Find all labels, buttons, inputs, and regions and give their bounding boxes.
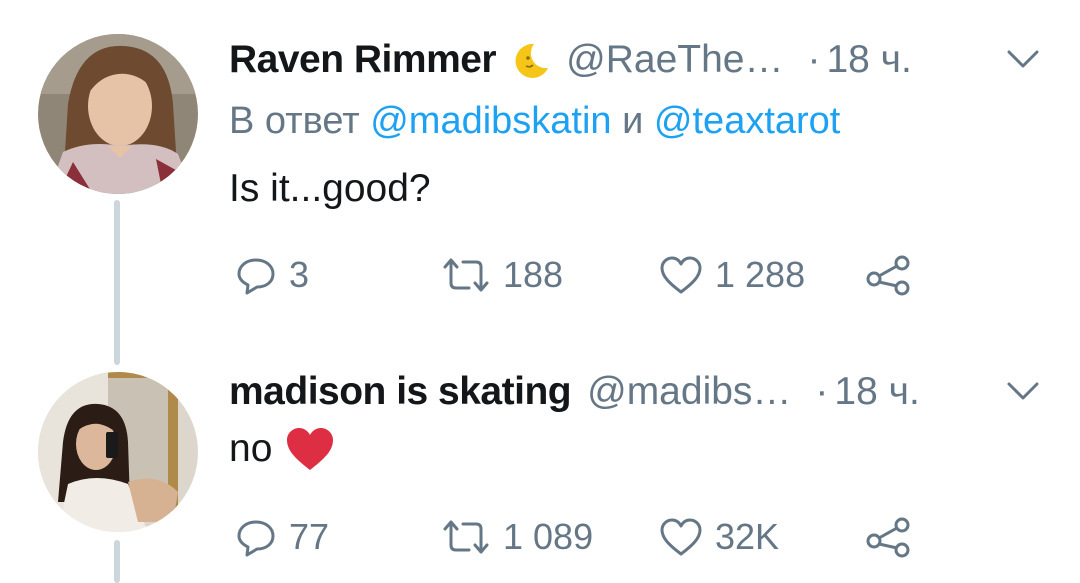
like-icon <box>660 518 702 556</box>
retweet-icon <box>443 520 489 554</box>
timestamp[interactable]: 18 ч. <box>834 370 919 414</box>
like-count: 1 288 <box>715 254 806 295</box>
time-separator: · <box>815 370 829 413</box>
thread-line-top <box>114 200 120 365</box>
tweet-header: madison is skating @madibs… · 18 ч. <box>229 366 1080 418</box>
reply-mention-link[interactable]: @teaxtarot <box>654 100 840 142</box>
timestamp[interactable]: 18 ч. <box>826 38 911 82</box>
reply-count: 77 <box>289 516 330 557</box>
reply-mention-link[interactable]: @madibskatin <box>370 100 611 142</box>
chevron-down-icon[interactable] <box>1006 48 1040 70</box>
retweet-count: 188 <box>503 254 564 295</box>
like-icon <box>660 256 702 294</box>
tweet-text: no <box>229 426 336 472</box>
reply-button[interactable]: 77 <box>235 516 329 558</box>
tweet-actions: 77 1 089 32K <box>229 512 1029 562</box>
share-icon <box>866 517 910 558</box>
like-button[interactable]: 1 288 <box>659 254 805 296</box>
reply-count: 3 <box>289 254 310 295</box>
reply-context: В ответ @madibskatin и @teaxtarot <box>229 100 840 143</box>
tweet-actions: 3 188 1 288 <box>229 250 1029 300</box>
reply-icon <box>237 258 275 295</box>
share-button[interactable] <box>865 516 913 558</box>
crescent-moon-face-icon <box>512 40 552 80</box>
display-name[interactable]: Raven Rimmer <box>229 38 497 82</box>
retweet-button[interactable]: 1 089 <box>441 516 593 558</box>
reply-button[interactable]: 3 <box>235 254 309 296</box>
display-name[interactable]: madison is skating <box>229 370 572 414</box>
tweet-header: Raven Rimmer @RaeThe… · 18 ч. <box>229 34 1080 86</box>
like-count: 32K <box>715 516 780 557</box>
handle[interactable]: @RaeThe… <box>566 38 783 82</box>
reply-prefix: В ответ <box>229 100 360 142</box>
reply-conjunction: и <box>622 100 644 142</box>
share-icon <box>866 255 910 296</box>
chevron-down-icon[interactable] <box>1006 380 1040 402</box>
avatar[interactable] <box>38 372 198 532</box>
time-separator: · <box>807 38 821 81</box>
tweet-text: Is it...good? <box>229 167 431 211</box>
handle[interactable]: @madibs… <box>587 370 791 414</box>
retweet-count: 1 089 <box>503 516 594 557</box>
share-button[interactable] <box>865 254 913 296</box>
tweet-body: Is it...good? <box>229 167 431 210</box>
red-heart-icon <box>284 426 336 472</box>
reply-icon <box>237 520 275 557</box>
tweet-body: no <box>229 427 273 470</box>
like-button[interactable]: 32K <box>659 516 779 558</box>
retweet-button[interactable]: 188 <box>441 254 563 296</box>
thread-line-bottom <box>114 540 120 583</box>
avatar[interactable] <box>38 34 198 194</box>
retweet-icon <box>443 258 489 292</box>
